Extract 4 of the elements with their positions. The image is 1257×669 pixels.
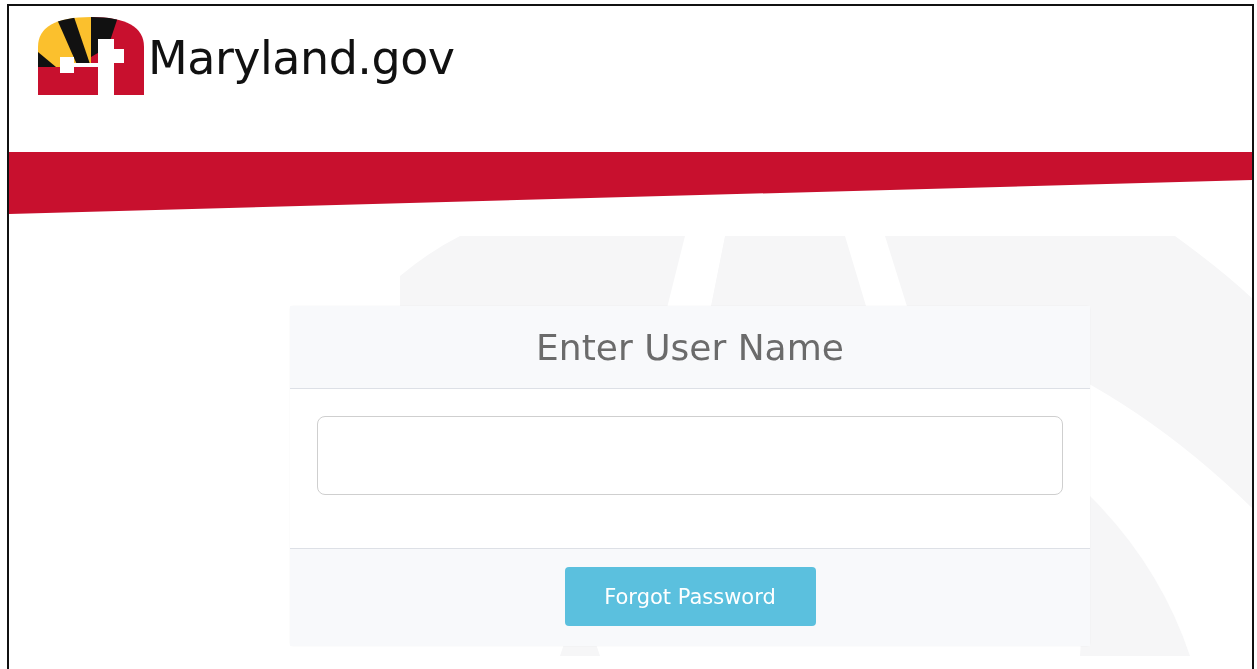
card-title: Enter User Name	[536, 326, 844, 368]
username-field[interactable]	[317, 416, 1063, 495]
forgot-password-button[interactable]: Forgot Password	[564, 567, 816, 626]
flag-logo-icon	[38, 17, 144, 95]
